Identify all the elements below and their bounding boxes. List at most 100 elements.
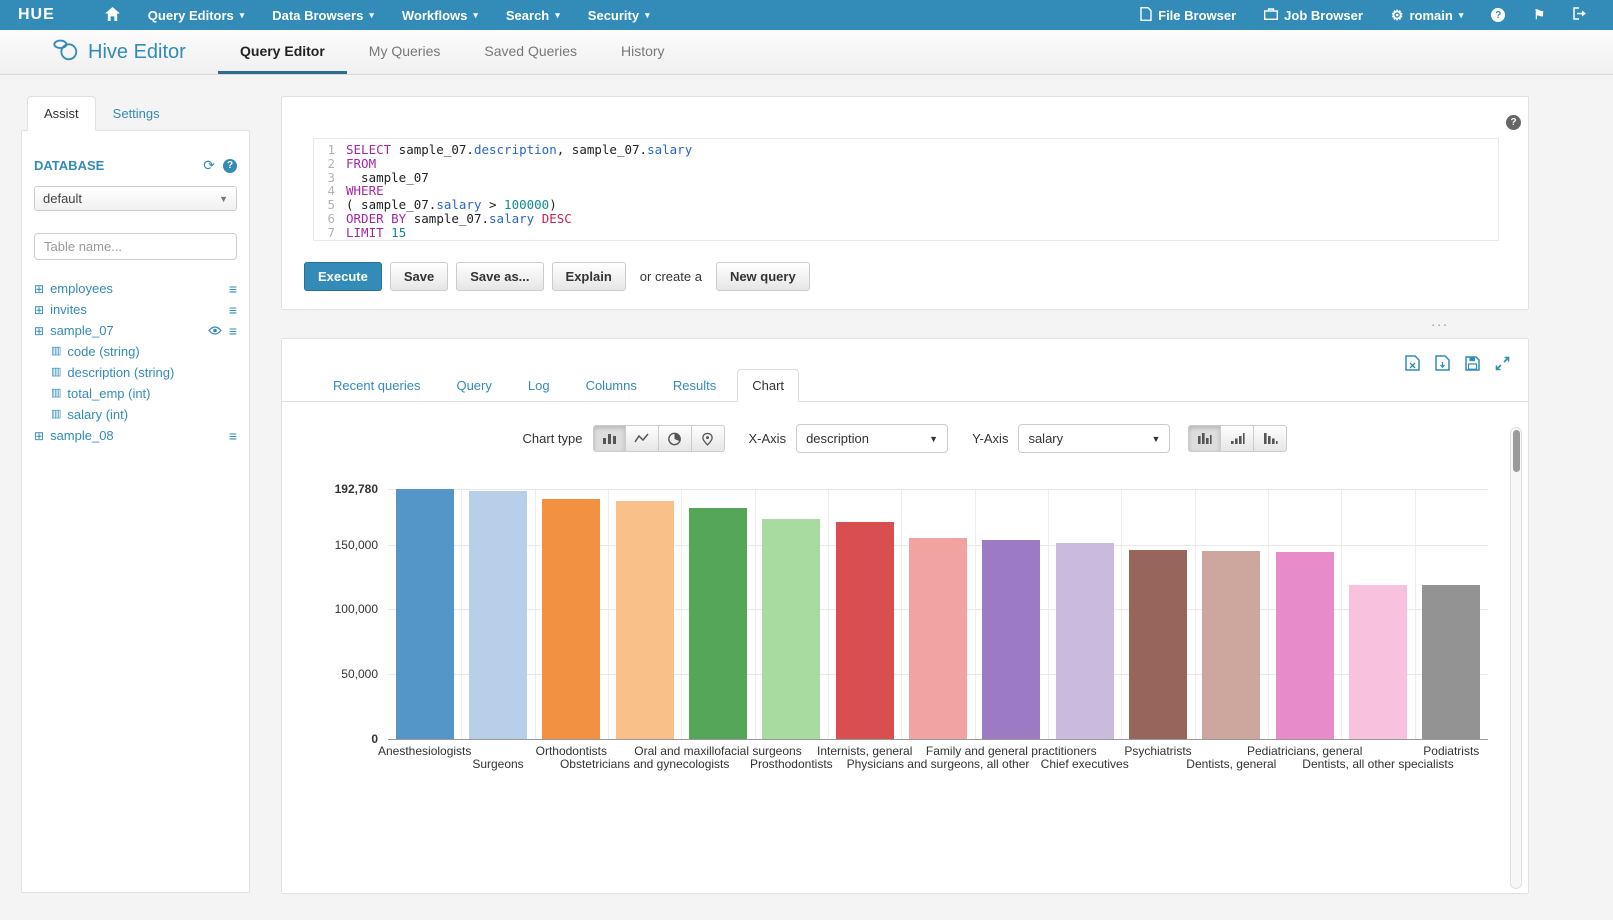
help-button[interactable]: ? — [1477, 0, 1519, 30]
bar-11[interactable] — [1202, 551, 1260, 739]
line-chart-button[interactable] — [626, 425, 659, 452]
table-row-invites[interactable]: ⊞ invites ≡ — [34, 299, 237, 320]
vertical-gridline — [1415, 489, 1416, 739]
table-row-employees[interactable]: ⊞ employees ≡ — [34, 278, 237, 299]
columns-list-icon[interactable]: ≡ — [229, 323, 237, 339]
columns-list-icon[interactable]: ≡ — [229, 302, 237, 318]
nav-data-browsers[interactable]: Data Browsers▾ — [258, 0, 388, 30]
nav-workflows[interactable]: Workflows▾ — [388, 0, 492, 30]
table-row-sample-08[interactable]: ⊞ sample_08 ≡ — [34, 425, 237, 446]
resize-handle[interactable]: ∙∙∙ — [1431, 320, 1449, 328]
bar-10[interactable] — [1129, 550, 1187, 740]
x-axis-label-item: Obstetricians and gynecologists — [560, 757, 729, 771]
tab-columns[interactable]: Columns — [571, 369, 652, 402]
bar-2[interactable] — [542, 499, 600, 739]
line-number: 5 — [314, 198, 335, 212]
download-csv-button[interactable] — [1435, 355, 1450, 371]
column-row-total-emp[interactable]: ▥ total_emp (int) — [34, 383, 237, 404]
flag-button[interactable]: ⚑ — [1519, 0, 1559, 30]
tab-my-queries[interactable]: My Queries — [347, 30, 463, 74]
y-axis-select[interactable]: salary ▼ — [1018, 424, 1170, 453]
hue-logo[interactable]: HUE — [18, 6, 55, 24]
explain-button[interactable]: Explain — [552, 262, 626, 291]
tab-log[interactable]: Log — [513, 369, 565, 402]
help-icon[interactable]: ? — [1506, 115, 1521, 130]
columns-list-icon[interactable]: ≡ — [229, 281, 237, 297]
sort-none-button[interactable] — [1188, 425, 1221, 452]
x-axis-select[interactable]: description ▼ — [796, 424, 948, 453]
tab-assist[interactable]: Assist — [27, 96, 96, 131]
vertical-gridline — [1195, 489, 1196, 739]
results-scrollbar[interactable] — [1510, 427, 1522, 889]
job-browser-button[interactable]: Job Browser — [1250, 0, 1377, 30]
refresh-icon[interactable]: ⟳ — [203, 157, 215, 174]
columns-list-icon[interactable]: ≡ — [229, 428, 237, 444]
x-axis-label-item: Family and general practitioners — [926, 744, 1097, 758]
sort-asc-button[interactable] — [1221, 425, 1254, 452]
logout-button[interactable] — [1559, 0, 1601, 30]
bar-4[interactable] — [689, 508, 747, 739]
file-browser-button[interactable]: File Browser — [1126, 0, 1250, 30]
nav-search[interactable]: Search▾ — [492, 0, 574, 30]
bar-9[interactable] — [1056, 543, 1114, 739]
tab-saved-queries[interactable]: Saved Queries — [462, 30, 599, 74]
nav-query-editors[interactable]: Query Editors▾ — [134, 0, 259, 30]
horizontal-gridline — [388, 489, 1488, 490]
table-row-sample-07[interactable]: ⊞ sample_07 ≡ — [34, 320, 237, 341]
column-row-description[interactable]: ▥ description (string) — [34, 362, 237, 383]
x-axis-label-item: Chief executives — [1041, 757, 1129, 771]
chart-type-label: Chart type — [523, 431, 583, 446]
save-as-button[interactable]: Save as... — [456, 262, 543, 291]
table-icon: ⊞ — [34, 283, 44, 295]
y-axis-tick: 192,780 — [328, 482, 378, 496]
sql-editor[interactable]: 1234567 SELECT sample_07.description, sa… — [313, 138, 1499, 241]
bar-14[interactable] — [1422, 585, 1480, 739]
assist-sidebar: Assist Settings DATABASE ⟳ ? default ▼ ⊞… — [21, 96, 250, 893]
panel-divider: ∙∙∙ — [281, 310, 1529, 338]
horizontal-gridline — [388, 739, 1488, 740]
database-select[interactable]: default ▼ — [34, 186, 237, 211]
column-row-salary[interactable]: ▥ salary (int) — [34, 404, 237, 425]
scrollbar-thumb[interactable] — [1513, 430, 1520, 472]
bar-12[interactable] — [1276, 552, 1334, 739]
tab-history[interactable]: History — [599, 30, 687, 74]
sort-desc-button[interactable] — [1254, 425, 1287, 452]
bar-5[interactable] — [762, 519, 820, 739]
fullscreen-button[interactable] — [1495, 355, 1510, 371]
save-button[interactable]: Save — [390, 262, 448, 291]
tab-query-editor[interactable]: Query Editor — [218, 30, 347, 74]
bar-7[interactable] — [909, 538, 967, 739]
bar-3[interactable] — [616, 501, 674, 739]
download-xls-button[interactable] — [1405, 355, 1420, 371]
tab-query[interactable]: Query — [441, 369, 506, 402]
tab-chart[interactable]: Chart — [737, 369, 799, 402]
bar-1[interactable] — [469, 491, 527, 739]
code-line: ORDER BY sample_07.salary DESC — [346, 212, 692, 226]
tab-recent-queries[interactable]: Recent queries — [318, 369, 435, 402]
bar-0[interactable] — [396, 489, 454, 739]
x-axis-label-item: Prosthodontists — [750, 757, 833, 771]
app-header: Hive Editor Query Editor My Queries Save… — [0, 30, 1613, 75]
user-menu[interactable]: ⚙ romain ▾ — [1377, 0, 1477, 30]
map-chart-button[interactable] — [692, 425, 725, 452]
bar-chart-button[interactable] — [593, 425, 626, 452]
eye-icon[interactable] — [208, 323, 222, 338]
pie-chart-button[interactable] — [659, 425, 692, 452]
nav-security[interactable]: Security▾ — [574, 0, 664, 30]
chart-type-group — [593, 425, 725, 452]
help-icon[interactable]: ? — [223, 159, 237, 173]
bar-13[interactable] — [1349, 585, 1407, 739]
app-title[interactable]: Hive Editor — [52, 30, 202, 74]
tab-settings[interactable]: Settings — [96, 96, 177, 131]
column-row-code[interactable]: ▥ code (string) — [34, 341, 237, 362]
tab-results[interactable]: Results — [658, 369, 731, 402]
line-number: 2 — [314, 157, 335, 171]
new-query-button[interactable]: New query — [716, 262, 810, 291]
bar-8[interactable] — [982, 540, 1040, 739]
home-button[interactable] — [91, 0, 134, 30]
table-filter-input[interactable] — [34, 233, 237, 260]
line-number: 1 — [314, 143, 335, 157]
bar-6[interactable] — [836, 522, 894, 739]
save-results-button[interactable] — [1465, 355, 1480, 371]
execute-button[interactable]: Execute — [304, 262, 382, 291]
